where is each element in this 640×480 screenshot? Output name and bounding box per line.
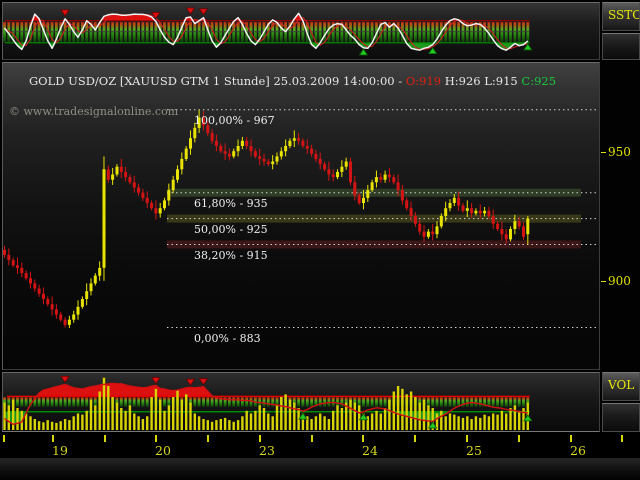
fib-level-label: 0,00% - 883 <box>194 332 261 345</box>
ssto-buy-marker <box>359 49 367 55</box>
time-axis-label: 26 <box>570 443 586 458</box>
vol-upper-fill <box>5 383 528 396</box>
highlow-quote: H:926 L:915 <box>445 74 518 88</box>
vol-buy-marker <box>359 414 367 420</box>
time-axis-tick <box>518 435 520 442</box>
price-axis-label: 900 <box>608 274 631 288</box>
time-axis-label: 20 <box>155 443 171 458</box>
open-quote: O:919 <box>406 74 441 88</box>
fib-level-label: 50,00% - 925 <box>194 223 268 236</box>
time-axis-tick <box>104 435 106 442</box>
time-axis-tick <box>362 435 364 442</box>
fib-level-label: 38,20% - 915 <box>194 249 268 262</box>
time-axis[interactable]: 19 20 23 24 25 26 <box>0 432 640 458</box>
ssto-scale-area <box>602 33 640 60</box>
ssto-indicator-label[interactable]: SSTO (5, 5) <box>602 2 640 31</box>
symbol-title: GOLD USD/OZ [XAUUSD GTM 1 Stunde] <box>29 74 270 88</box>
trading-chart-window: SSTO (5, 5) GOLD USD/OZ [XAUUSD GTM 1 St… <box>0 0 640 480</box>
ssto-oscillator-panel[interactable] <box>2 2 600 60</box>
vol-buy-marker <box>524 415 532 421</box>
volume-chart-canvas <box>3 373 599 431</box>
vol-buy-marker <box>429 422 437 428</box>
fib-level-label: 61,80% - 935 <box>194 197 268 210</box>
volume-indicator-label[interactable]: VOL <box>602 372 640 401</box>
chart-title: GOLD USD/OZ [XAUUSD GTM 1 Stunde] 25.03.… <box>29 74 556 88</box>
vol-sell-marker <box>61 376 69 382</box>
vol-sell-marker <box>152 378 160 384</box>
vol-sell-marker <box>186 379 194 385</box>
vol-sell-marker <box>199 379 207 385</box>
time-axis-tick <box>3 435 5 442</box>
volume-scale-area <box>602 403 640 432</box>
watermark-copyright: © www.tradesignalonline.com <box>9 105 178 118</box>
ssto-sell-marker <box>186 8 194 14</box>
title-separator: - <box>398 74 402 88</box>
fib-level-label: 100,00% - 967 <box>194 114 275 127</box>
ssto-sell-marker <box>61 10 69 16</box>
time-axis-tick <box>311 435 313 442</box>
time-axis-tick <box>621 435 623 442</box>
time-axis-label: 24 <box>362 443 378 458</box>
heat-strip <box>3 397 529 407</box>
ssto-overbought-fill <box>5 13 528 20</box>
time-axis-label: 25 <box>466 443 482 458</box>
price-axis[interactable]: 950 900 <box>600 62 640 370</box>
time-axis-label: 23 <box>259 443 275 458</box>
time-axis-tick <box>52 435 54 442</box>
price-chart-panel[interactable]: GOLD USD/OZ [XAUUSD GTM 1 Stunde] 25.03.… <box>2 62 600 370</box>
ssto-label-text: SSTO (5, 5) <box>608 8 640 22</box>
volume-label-text: VOL <box>608 378 634 392</box>
bar-datetime: 25.03.2009 14:00:00 <box>273 74 394 88</box>
fibonacci-retracement <box>167 110 598 328</box>
volume-panel[interactable] <box>2 372 600 432</box>
time-axis-tick <box>155 435 157 442</box>
time-axis-tick <box>570 435 572 442</box>
price-axis-label: 950 <box>608 145 631 159</box>
vol-buy-marker <box>299 413 307 419</box>
time-axis-label: 19 <box>52 443 68 458</box>
time-axis-tick <box>414 435 416 442</box>
time-axis-tick <box>259 435 261 442</box>
close-quote: C:925 <box>521 74 556 88</box>
ssto-sell-marker <box>199 9 207 15</box>
ssto-oversold-fill <box>5 43 528 50</box>
time-axis-tick <box>466 435 468 442</box>
time-axis-tick <box>207 435 209 442</box>
window-bottom-band <box>0 458 640 480</box>
ssto-chart-canvas <box>3 3 599 59</box>
